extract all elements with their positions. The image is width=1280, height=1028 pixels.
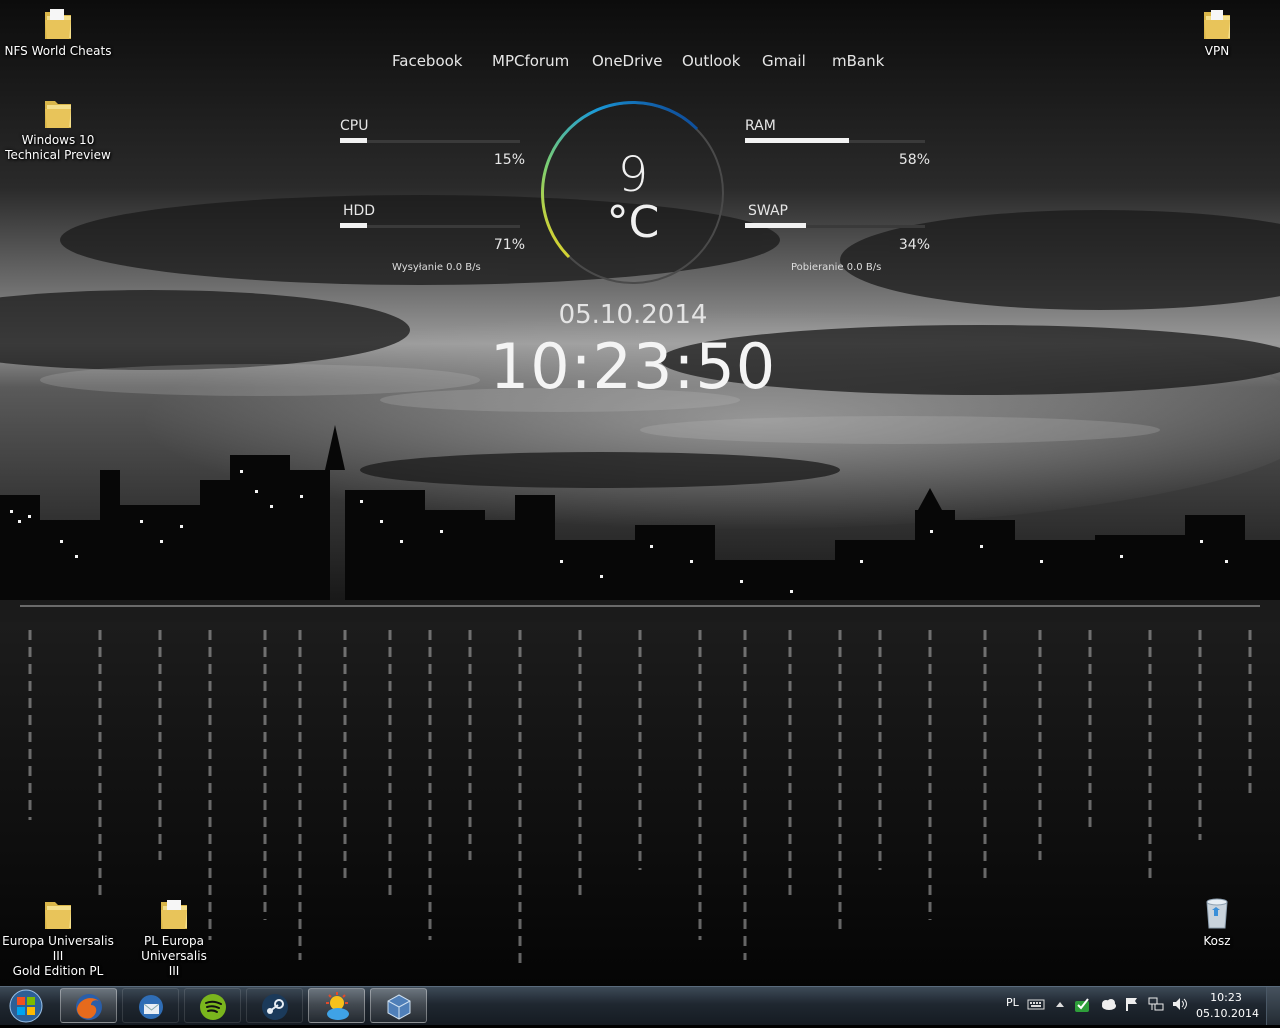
date-display: 05.10.2014 (558, 300, 708, 330)
ram-bar-fill (745, 138, 850, 143)
volume-icon[interactable] (1171, 996, 1189, 1012)
show-desktop-button[interactable] (1266, 987, 1280, 1025)
taskbar-spotify[interactable] (184, 988, 241, 1023)
tray-time: 10:23 (1210, 991, 1242, 1004)
thunderbird-icon (139, 995, 163, 1019)
download-speed: Pobieranie 0.0 B/s (791, 262, 882, 273)
desktop-icon-windows-10-technical-preview[interactable]: Windows 10 Technical Preview (0, 95, 116, 163)
link-gmail[interactable]: Gmail (762, 52, 806, 70)
keyboard-icon[interactable] (1027, 996, 1045, 1012)
taskbar-firefox[interactable] (60, 988, 117, 1023)
ram-label: RAM (745, 118, 776, 134)
hdd-percent: 71% (493, 237, 525, 253)
action-center-flag-icon[interactable] (1124, 996, 1140, 1012)
desktop-icon-vpn[interactable]: VPN (1159, 6, 1275, 59)
quick-links: Facebook MPCforum OneDrive Outlook Gmail… (380, 52, 900, 74)
cpu-bar-track (340, 138, 520, 143)
hdd-meter: HDD 71% (340, 203, 525, 263)
desktop-icon-pl-europa-universalis[interactable]: PL Europa Universalis III (116, 896, 232, 979)
desktop-icon-label: PL Europa Universalis III (141, 934, 207, 978)
upload-speed: Wysyłanie 0.0 B/s (392, 262, 481, 273)
link-facebook[interactable]: Facebook (392, 52, 462, 70)
temperature-gauge: 9 °C (537, 97, 729, 289)
windows-orb-icon (9, 989, 43, 1023)
hdd-bar-fill (340, 223, 367, 228)
link-onedrive[interactable]: OneDrive (592, 52, 663, 70)
desktop-icon-label: Europa Universalis III Gold Edition PL (2, 934, 114, 978)
hdd-bar-track (340, 223, 520, 228)
onedrive-cloud-icon[interactable] (1099, 996, 1117, 1012)
tray-clock[interactable]: 10:23 05.10.2014 (1196, 990, 1259, 1022)
firefox-icon (76, 994, 102, 1020)
taskbar-thunderbird[interactable] (122, 988, 179, 1023)
swap-label: SWAP (748, 203, 788, 219)
time-display: 10:23:50 (489, 330, 777, 403)
folder-icon (45, 902, 71, 929)
swap-meter: SWAP 34% (745, 203, 930, 263)
taskbar-weather[interactable] (308, 988, 365, 1023)
language-indicator[interactable]: PL (1006, 996, 1019, 1009)
tray-date: 05.10.2014 (1196, 1007, 1259, 1020)
taskbar: PL 10:23 05.10.2014 (0, 986, 1280, 1025)
hdd-label: HDD (343, 203, 376, 219)
spotify-icon (200, 994, 226, 1020)
desktop-icon-label: Windows 10 Technical Preview (5, 133, 111, 162)
desktop-icon-label: VPN (1204, 44, 1230, 58)
link-outlook[interactable]: Outlook (682, 52, 740, 70)
swap-bar-track (745, 223, 925, 228)
desktop-icon-recycle-bin[interactable]: Kosz (1159, 896, 1275, 949)
weather-icon (326, 992, 349, 1020)
cpu-meter: CPU 15% (340, 118, 525, 178)
virtualbox-icon (387, 994, 411, 1020)
desktop-icon-label: Kosz (1203, 934, 1231, 948)
taskbar-virtualbox[interactable] (370, 988, 427, 1023)
folder-icon (1204, 10, 1230, 39)
start-button[interactable] (4, 988, 48, 1024)
swap-percent: 34% (898, 237, 930, 253)
security-check-icon[interactable] (1074, 996, 1092, 1014)
swap-bar-fill (745, 223, 807, 228)
recycle-bin-icon (1206, 898, 1228, 929)
cpu-percent: 15% (493, 152, 525, 168)
link-mpcforum[interactable]: MPCforum (492, 52, 569, 70)
ram-bar-track (745, 138, 925, 143)
folder-icon (45, 9, 71, 39)
desktop-icon-label: NFS World Cheats (4, 44, 112, 58)
cpu-bar-fill (340, 138, 367, 143)
folder-icon (45, 101, 71, 128)
steam-icon (262, 994, 288, 1020)
show-hidden-icons-chevron-icon[interactable] (1054, 996, 1066, 1012)
ram-percent: 58% (898, 152, 930, 168)
desktop-icon-europa-universalis-gold[interactable]: Europa Universalis III Gold Edition PL (0, 896, 116, 979)
temperature-unit: °C (606, 197, 660, 248)
link-mbank[interactable]: mBank (832, 52, 884, 70)
cpu-label: CPU (340, 118, 369, 134)
folder-icon (161, 900, 187, 929)
ram-meter: RAM 58% (745, 118, 930, 178)
desktop-icon-nfs-world-cheats[interactable]: NFS World Cheats (0, 6, 116, 59)
network-icon[interactable] (1147, 996, 1165, 1012)
taskbar-steam[interactable] (246, 988, 303, 1023)
temperature-value: 9 (617, 147, 649, 203)
